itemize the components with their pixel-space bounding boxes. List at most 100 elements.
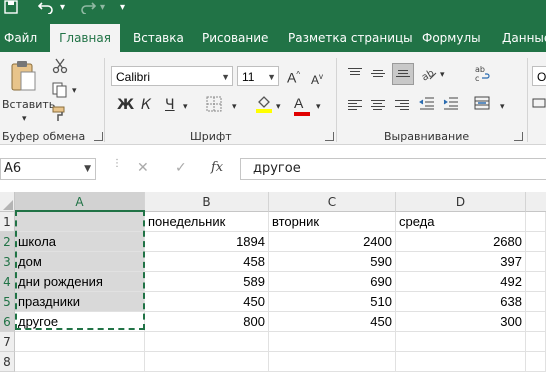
cancel-icon[interactable]: ✕	[137, 160, 149, 176]
cell-b6[interactable]: 800	[145, 312, 269, 332]
cell-e4[interactable]	[526, 272, 546, 292]
alignment-launcher-icon[interactable]	[514, 132, 523, 141]
bold-button[interactable]: Ж	[117, 96, 134, 114]
cell-c5[interactable]: 510	[269, 292, 396, 312]
cell-c7[interactable]	[269, 332, 396, 352]
wrap-text-icon[interactable]: ab c	[474, 64, 492, 87]
row-header[interactable]: 1	[0, 212, 15, 232]
tab-page-layout[interactable]: Разметка страницы	[288, 24, 413, 52]
increase-indent-icon[interactable]	[443, 96, 459, 115]
tab-home[interactable]: Главная	[50, 24, 120, 52]
align-center-icon[interactable]	[371, 100, 385, 112]
borders-icon[interactable]	[206, 96, 222, 117]
cell-e1[interactable]	[526, 212, 546, 232]
cell-c1[interactable]: вторник	[269, 212, 396, 232]
orientation-icon[interactable]: ab	[420, 64, 438, 87]
tab-data[interactable]: Данные	[502, 24, 546, 52]
cell-b5[interactable]: 450	[145, 292, 269, 312]
merge-center-icon[interactable]	[474, 96, 490, 115]
fill-color-icon[interactable]	[255, 94, 273, 119]
tab-insert[interactable]: Вставка	[133, 24, 184, 52]
orientation-dropdown-icon[interactable]: ▾	[440, 66, 445, 84]
select-all-corner[interactable]	[0, 192, 15, 212]
cell-e6[interactable]	[526, 312, 546, 332]
decrease-indent-icon[interactable]	[419, 96, 435, 115]
chevron-down-icon[interactable]: ▼	[84, 159, 91, 179]
font-launcher-icon[interactable]	[325, 132, 334, 141]
worksheet-grid[interactable]: A B C D 1 2 3 4 5 6 7 8 понедельник втор…	[0, 192, 546, 373]
cell-b7[interactable]	[145, 332, 269, 352]
italic-button[interactable]: К	[141, 96, 151, 114]
cell-b8[interactable]	[145, 352, 269, 372]
customize-toolbar-icon[interactable]: ▾	[120, 0, 125, 16]
cell-a3[interactable]: дом	[15, 252, 145, 272]
formula-input[interactable]: другое	[240, 158, 546, 180]
clipboard-launcher-icon[interactable]	[94, 132, 103, 141]
save-icon[interactable]	[4, 0, 18, 16]
cell-d3[interactable]: 397	[396, 252, 526, 272]
undo-icon[interactable]	[37, 0, 54, 16]
cell-e7[interactable]	[526, 332, 546, 352]
cell-b3[interactable]: 458	[145, 252, 269, 272]
cell-e8[interactable]	[526, 352, 546, 372]
row-header[interactable]: 3	[0, 252, 15, 272]
increase-font-size-button[interactable]: A^	[287, 66, 300, 87]
underline-dropdown-icon[interactable]: ▾	[183, 98, 188, 116]
cell-b1[interactable]: понедельник	[145, 212, 269, 232]
underline-button[interactable]: Ч	[165, 96, 175, 114]
currency-icon[interactable]	[532, 96, 546, 115]
cell-b4[interactable]: 589	[145, 272, 269, 292]
cell-c4[interactable]: 690	[269, 272, 396, 292]
copy-icon[interactable]	[52, 82, 68, 103]
align-middle-icon[interactable]	[371, 70, 385, 82]
cell-d5[interactable]: 638	[396, 292, 526, 312]
align-right-icon[interactable]	[395, 100, 409, 112]
redo-dropdown-icon[interactable]: ▾	[100, 0, 105, 16]
cell-e5[interactable]	[526, 292, 546, 312]
cell-a7[interactable]	[15, 332, 145, 352]
cell-d2[interactable]: 2680	[396, 232, 526, 252]
cell-a8[interactable]	[15, 352, 145, 372]
redo-icon[interactable]	[80, 0, 97, 16]
copy-dropdown-icon[interactable]: ▾	[72, 82, 77, 100]
row-header[interactable]: 4	[0, 272, 15, 292]
cell-a2[interactable]: школа	[15, 232, 145, 252]
merge-dropdown-icon[interactable]: ▾	[500, 98, 505, 116]
align-left-icon[interactable]	[348, 100, 362, 112]
cell-c6[interactable]: 450	[269, 312, 396, 332]
column-header-b[interactable]: B	[145, 192, 269, 212]
tab-file[interactable]: Файл	[4, 24, 37, 52]
cell-c3[interactable]: 590	[269, 252, 396, 272]
format-painter-icon[interactable]	[52, 106, 68, 127]
font-name-combo[interactable]: Calibri ▼	[111, 66, 233, 86]
font-color-dropdown-icon[interactable]: ▾	[316, 98, 321, 116]
cell-c2[interactable]: 2400	[269, 232, 396, 252]
row-header[interactable]: 8	[0, 352, 15, 372]
paste-button[interactable]: Вставить ▾	[2, 58, 55, 124]
enter-icon[interactable]: ✓	[175, 160, 187, 176]
cell-d8[interactable]	[396, 352, 526, 372]
borders-dropdown-icon[interactable]: ▾	[232, 98, 237, 116]
undo-dropdown-icon[interactable]: ▾	[60, 0, 65, 16]
insert-function-icon[interactable]: fx	[211, 160, 223, 175]
column-header-e[interactable]	[526, 192, 546, 212]
cell-d6[interactable]: 300	[396, 312, 526, 332]
align-top-icon[interactable]	[348, 68, 362, 80]
cell-d7[interactable]	[396, 332, 526, 352]
cell-b2[interactable]: 1894	[145, 232, 269, 252]
name-box[interactable]: A6 ▼	[0, 158, 96, 180]
cell-d4[interactable]: 492	[396, 272, 526, 292]
row-header[interactable]: 2	[0, 232, 15, 252]
row-header[interactable]: 7	[0, 332, 15, 352]
font-color-button[interactable]: A	[294, 94, 310, 116]
cell-a5[interactable]: праздники	[15, 292, 145, 312]
cell-c8[interactable]	[269, 352, 396, 372]
row-header[interactable]: 5	[0, 292, 15, 312]
cell-a1[interactable]	[15, 212, 145, 232]
font-size-combo[interactable]: 11 ▼	[237, 66, 279, 86]
cell-e3[interactable]	[526, 252, 546, 272]
decrease-font-size-button[interactable]: Av	[311, 68, 323, 89]
cut-icon[interactable]	[52, 58, 68, 79]
number-format-combo[interactable]: О	[532, 66, 546, 86]
tab-formulas[interactable]: Формулы	[422, 24, 481, 52]
